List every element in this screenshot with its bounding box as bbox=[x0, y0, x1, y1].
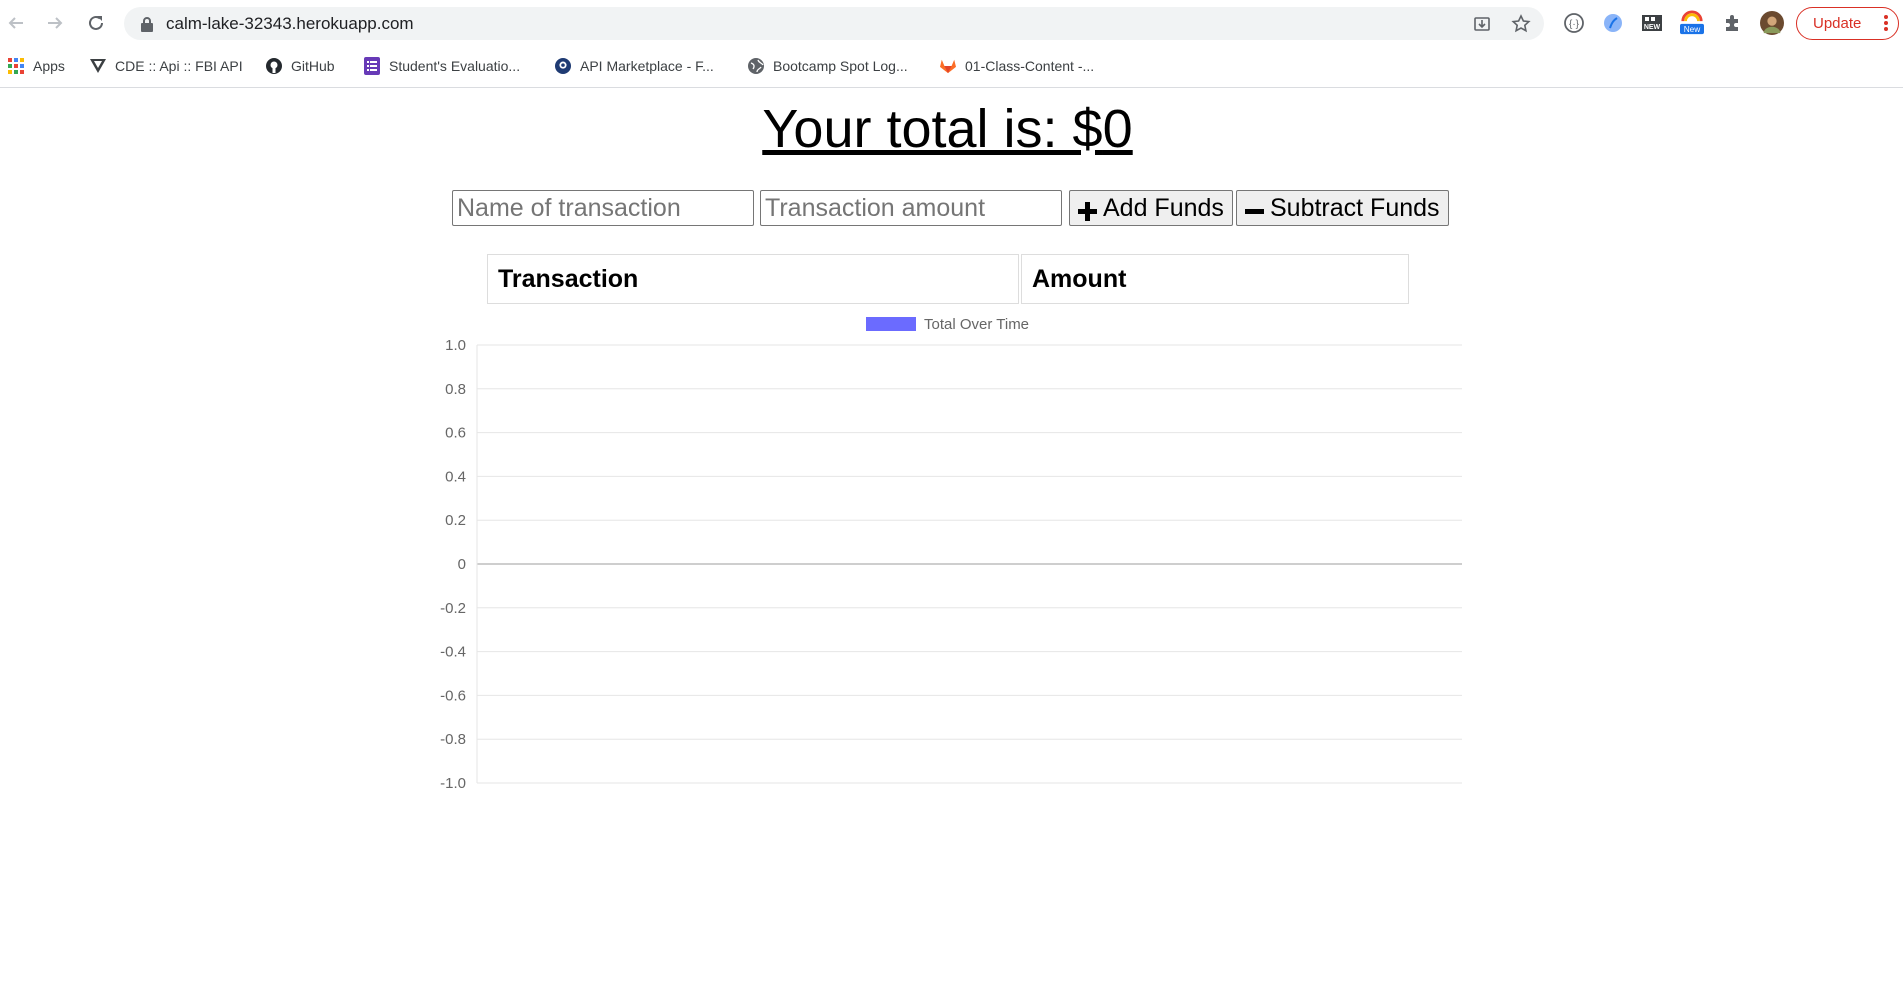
bookmark-label: GitHub bbox=[291, 58, 335, 74]
legend-label: Total Over Time bbox=[924, 316, 1029, 333]
fbi-icon bbox=[90, 58, 106, 74]
back-arrow-icon bbox=[8, 17, 23, 29]
transaction-name-input[interactable] bbox=[452, 190, 754, 226]
add-funds-button[interactable]: Add Funds bbox=[1069, 190, 1233, 226]
address-bar[interactable]: calm-lake-32343.herokuapp.com bbox=[124, 7, 1544, 40]
add-funds-label: Add Funds bbox=[1103, 193, 1224, 222]
y-tick-label: 1.0 bbox=[445, 337, 466, 354]
forward-button[interactable] bbox=[43, 11, 67, 35]
bookmark-student-evaluation[interactable]: Student's Evaluatio... bbox=[364, 55, 520, 77]
total-heading: Your total is: $0 bbox=[0, 98, 1895, 160]
extension-icon-4[interactable]: New bbox=[1680, 10, 1704, 35]
form-icon bbox=[364, 57, 380, 75]
bookmark-star-icon[interactable] bbox=[1511, 14, 1531, 34]
bookmarks-bar: Apps CDE :: Api :: FBI API GitHub Studen… bbox=[0, 47, 1903, 88]
transaction-amount-input[interactable] bbox=[760, 190, 1062, 226]
svg-text:NEW: NEW bbox=[1644, 24, 1661, 31]
y-tick-label: 0 bbox=[458, 556, 466, 573]
forward-arrow-icon bbox=[48, 17, 63, 29]
plus-icon bbox=[1078, 199, 1097, 221]
more-vert-icon bbox=[1884, 15, 1888, 31]
extensions-puzzle-icon[interactable] bbox=[1721, 11, 1745, 35]
globe-icon bbox=[748, 58, 764, 74]
update-label: Update bbox=[1813, 15, 1862, 32]
gitlab-icon bbox=[940, 58, 956, 74]
update-button[interactable]: Update bbox=[1796, 7, 1899, 40]
transactions-table: Transaction Amount bbox=[485, 252, 1411, 306]
install-app-icon[interactable] bbox=[1472, 14, 1492, 34]
bookmark-label: API Marketplace - F... bbox=[580, 58, 714, 74]
y-tick-label: 0.4 bbox=[445, 468, 466, 485]
back-button[interactable] bbox=[4, 11, 28, 35]
profile-avatar[interactable] bbox=[1760, 11, 1784, 35]
y-tick-label: 0.2 bbox=[445, 512, 466, 529]
amount-column-header: Amount bbox=[1021, 254, 1409, 304]
bookmark-apps[interactable]: Apps bbox=[8, 55, 65, 77]
apps-grid-icon bbox=[8, 58, 24, 74]
y-tick-label: -0.8 bbox=[440, 731, 466, 748]
bookmark-label: 01-Class-Content -... bbox=[965, 58, 1095, 74]
y-tick-label: -0.4 bbox=[440, 644, 466, 661]
extension-icon-1[interactable]: {·} bbox=[1562, 11, 1586, 35]
minus-icon bbox=[1245, 199, 1264, 218]
subtract-funds-label: Subtract Funds bbox=[1270, 193, 1440, 222]
legend-swatch[interactable] bbox=[866, 317, 916, 331]
bookmark-class-content[interactable]: 01-Class-Content -... bbox=[940, 55, 1094, 77]
svg-text:New: New bbox=[1684, 24, 1702, 34]
reload-icon bbox=[89, 15, 103, 30]
total-over-time-chart: Total Over Time 1.0 0.8 0.6 0.4 0.2 0 -0.2 -0.4 -… bbox=[440, 316, 1462, 792]
transaction-column-header: Transaction bbox=[487, 254, 1019, 304]
browser-toolbar: calm-lake-32343.herokuapp.com {·} NEW Ne… bbox=[0, 0, 1903, 47]
y-tick-label: -1.0 bbox=[440, 775, 466, 792]
y-tick-label: -0.6 bbox=[440, 687, 466, 704]
github-icon bbox=[266, 58, 282, 74]
bookmark-label: Student's Evaluatio... bbox=[389, 58, 521, 74]
extension-icon-2[interactable] bbox=[1601, 11, 1625, 35]
bookmark-label: Apps bbox=[33, 58, 65, 74]
reload-button[interactable] bbox=[84, 11, 108, 35]
table-header-row: Transaction Amount bbox=[487, 254, 1409, 304]
bookmark-api-marketplace[interactable]: API Marketplace - F... bbox=[555, 55, 714, 77]
subtract-funds-button[interactable]: Subtract Funds bbox=[1236, 190, 1449, 226]
y-tick-label: 0.6 bbox=[445, 425, 466, 442]
total-prefix: Your total is: $ bbox=[762, 99, 1103, 159]
extension-icon-3[interactable]: NEW bbox=[1640, 11, 1664, 35]
svg-text:{·}: {·} bbox=[1569, 19, 1580, 30]
bookmark-fbi-api[interactable]: CDE :: Api :: FBI API bbox=[90, 55, 243, 77]
rapidapi-icon bbox=[555, 58, 571, 74]
y-tick-label: 0.8 bbox=[445, 381, 466, 398]
lock-icon bbox=[141, 17, 153, 32]
bookmark-bootcamp-spot[interactable]: Bootcamp Spot Log... bbox=[748, 55, 908, 77]
bookmark-label: Bootcamp Spot Log... bbox=[773, 58, 908, 74]
bookmark-label: CDE :: Api :: FBI API bbox=[115, 58, 243, 74]
bookmark-github[interactable]: GitHub bbox=[266, 55, 335, 77]
y-tick-label: -0.2 bbox=[440, 600, 466, 617]
url-text: calm-lake-32343.herokuapp.com bbox=[166, 14, 414, 33]
total-value: 0 bbox=[1102, 99, 1133, 159]
